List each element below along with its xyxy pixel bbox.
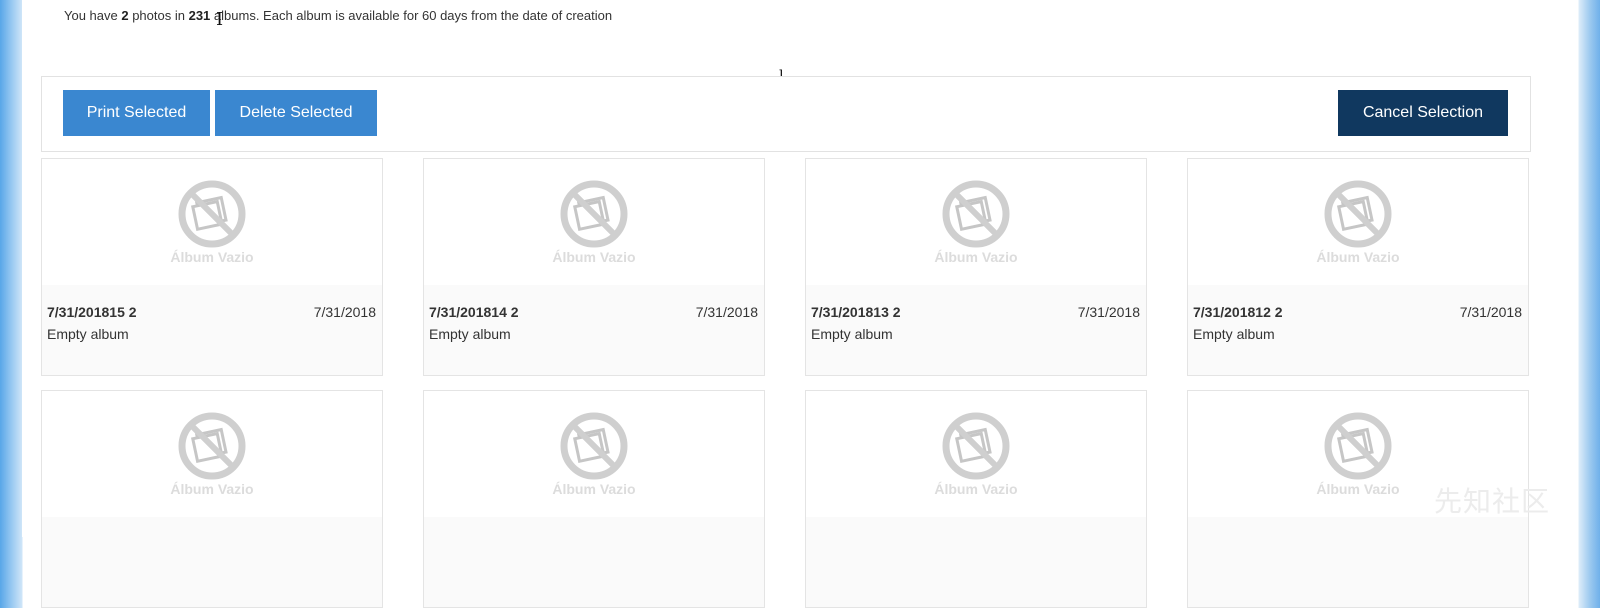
album-thumbnail[interactable]: Álbum Vazio bbox=[806, 391, 1146, 517]
album-thumbnail[interactable]: Álbum Vazio bbox=[1188, 159, 1528, 285]
album-date: 7/31/2018 bbox=[1459, 304, 1522, 320]
summary-prefix: You have bbox=[64, 8, 122, 23]
album-count: 231 bbox=[188, 8, 211, 23]
no-photo-icon bbox=[942, 180, 1010, 248]
empty-album-caption: Álbum Vazio bbox=[934, 249, 1018, 265]
album-card[interactable]: Álbum Vazio bbox=[41, 390, 383, 608]
album-date: 7/31/2018 bbox=[1077, 304, 1140, 320]
selection-toolbar: Print Selected Delete Selected Cancel Se… bbox=[41, 76, 1531, 152]
empty-album-caption: Álbum Vazio bbox=[1316, 249, 1400, 265]
album-title: 7/31/201812 2 bbox=[1193, 304, 1283, 320]
album-card[interactable]: Álbum Vazio 7/31/201814 2 7/31/2018 Empty a… bbox=[423, 158, 765, 376]
print-selected-button[interactable]: Print Selected bbox=[63, 90, 210, 136]
cancel-selection-button[interactable]: Cancel Selection bbox=[1338, 90, 1508, 136]
no-photo-icon bbox=[560, 180, 628, 248]
empty-album-caption: Álbum Vazio bbox=[552, 481, 636, 497]
album-card[interactable]: Álbum Vazio 7/31/201813 2 7/31/2018 Empty a… bbox=[805, 158, 1147, 376]
empty-album-caption: Álbum Vazio bbox=[170, 481, 254, 497]
text-cursor-icon: I bbox=[216, 9, 224, 30]
album-thumbnail[interactable]: Álbum Vazio bbox=[424, 391, 764, 517]
album-date: 7/31/2018 bbox=[695, 304, 758, 320]
album-thumbnail[interactable]: Álbum Vazio bbox=[806, 159, 1146, 285]
no-photo-icon bbox=[942, 412, 1010, 480]
album-status: Empty album bbox=[429, 326, 511, 342]
summary-middle: photos in bbox=[128, 8, 189, 23]
no-photo-icon bbox=[1324, 412, 1392, 480]
empty-album-caption: Álbum Vazio bbox=[934, 481, 1018, 497]
album-card[interactable]: Álbum Vazio 7/31/201812 2 7/31/2018 Empty a… bbox=[1187, 158, 1529, 376]
album-card[interactable]: Álbum Vazio 7/31/201815 2 7/31/2018 Empty a… bbox=[41, 158, 383, 376]
album-card[interactable]: Álbum Vazio bbox=[423, 390, 765, 608]
album-thumbnail[interactable]: Álbum Vazio bbox=[42, 159, 382, 285]
album-title: 7/31/201814 2 bbox=[429, 304, 519, 320]
album-status: Empty album bbox=[811, 326, 893, 342]
album-status: Empty album bbox=[1193, 326, 1275, 342]
album-card[interactable]: Álbum Vazio bbox=[805, 390, 1147, 608]
album-date: 7/31/2018 bbox=[313, 304, 376, 320]
photo-count: 2 bbox=[121, 8, 129, 23]
album-title: 7/31/201813 2 bbox=[811, 304, 901, 320]
album-thumbnail[interactable]: Álbum Vazio bbox=[424, 159, 764, 285]
album-title: 7/31/201815 2 bbox=[47, 304, 137, 320]
watermark: 先知社区 bbox=[1434, 485, 1551, 518]
no-photo-icon bbox=[560, 412, 628, 480]
page: You have 2 photos in 231 albums. Each al… bbox=[22, 0, 1578, 608]
no-photo-icon bbox=[178, 412, 246, 480]
no-photo-icon bbox=[178, 180, 246, 248]
empty-album-caption: Álbum Vazio bbox=[552, 249, 636, 265]
album-thumbnail[interactable]: Álbum Vazio bbox=[42, 391, 382, 517]
empty-album-caption: Álbum Vazio bbox=[170, 249, 254, 265]
album-status: Empty album bbox=[47, 326, 129, 342]
delete-selected-button[interactable]: Delete Selected bbox=[215, 90, 377, 136]
album-summary-text: You have 2 photos in 231 albums. Each al… bbox=[64, 8, 612, 23]
no-photo-icon bbox=[1324, 180, 1392, 248]
summary-suffix: albums. Each album is available for 60 d… bbox=[210, 8, 613, 23]
